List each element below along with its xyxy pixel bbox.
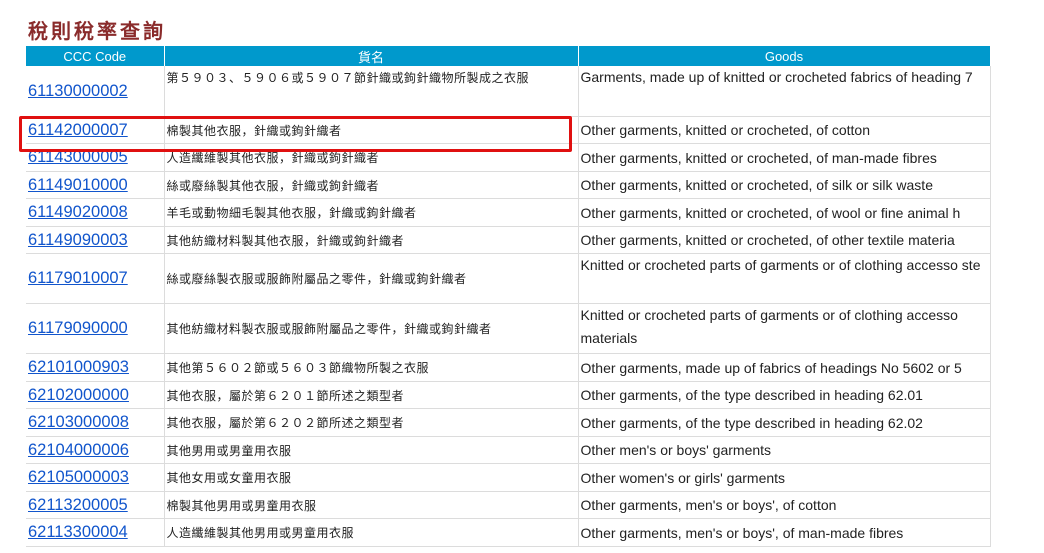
goods-zh-cell: 其他衣服，屬於第６２０１節所述之類型者 bbox=[164, 381, 579, 409]
goods-zh-cell: 其他男用或男童用衣服 bbox=[164, 436, 579, 464]
goods-zh-cell: 其他第５６０２節或５６０３節織物所製之衣服 bbox=[164, 353, 579, 382]
goods-zh-cell: 其他紡織材料製衣服或服飾附屬品之零件，針織或鉤針織者 bbox=[164, 303, 579, 354]
table-row: 62113300004 人造纖維製其他男用或男童用衣服 Other garmen… bbox=[26, 518, 991, 547]
table-header-row: CCC Code 貨名 Goods bbox=[26, 46, 991, 66]
ccc-code-cell: 62101000903 bbox=[26, 353, 165, 382]
highlight-box bbox=[19, 116, 572, 152]
goods-en-cell: Other men's or boys' garments bbox=[578, 436, 991, 464]
table-row: 61149010000 絲或廢絲製其他衣服，針織或鉤針織者 Other garm… bbox=[26, 171, 991, 199]
goods-en-cell: Other women's or girls' garments bbox=[578, 463, 991, 492]
tariff-query-panel: 稅則稅率查詢 CCC Code 貨名 Goods 61130000002 第５９… bbox=[26, 16, 991, 547]
goods-zh-cell: 棉製其他男用或男童用衣服 bbox=[164, 491, 579, 519]
ccc-code-cell: 62105000003 bbox=[26, 463, 165, 492]
goods-zh-cell: 絲或廢絲製衣服或服飾附屬品之零件，針織或鉤針織者 bbox=[164, 253, 579, 304]
ccc-code-link[interactable]: 62113300004 bbox=[28, 523, 128, 541]
ccc-code-link[interactable]: 62103000008 bbox=[28, 413, 129, 431]
ccc-code-link[interactable]: 62105000003 bbox=[28, 468, 129, 486]
ccc-code-cell: 62104000006 bbox=[26, 436, 165, 464]
goods-en-cell: Other garments, men's or boys', of man-m… bbox=[578, 518, 991, 547]
table-row: 62104000006 其他男用或男童用衣服 Other men's or bo… bbox=[26, 436, 991, 464]
column-header-en[interactable]: Goods bbox=[578, 46, 991, 66]
goods-en-cell: Other garments, made up of fabrics of he… bbox=[578, 353, 991, 382]
table-row: 61130000002 第５９０３、５９０６或５９０７節針織或鉤針織物所製成之衣… bbox=[26, 66, 991, 117]
goods-en-cell: Other garments, knitted or crocheted, of… bbox=[578, 143, 991, 172]
goods-en-cell: Knitted or crocheted parts of garments o… bbox=[578, 303, 991, 354]
table-row: 61149020008 羊毛或動物細毛製其他衣服，針織或鉤針織者 Other g… bbox=[26, 198, 991, 227]
goods-zh-cell: 人造纖維製其他男用或男童用衣服 bbox=[164, 518, 579, 547]
ccc-code-link[interactable]: 61149020008 bbox=[28, 203, 128, 221]
table-row: 62102000000 其他衣服，屬於第６２０１節所述之類型者 Other ga… bbox=[26, 381, 991, 409]
ccc-code-link[interactable]: 62102000000 bbox=[28, 386, 129, 404]
ccc-code-cell: 61149090003 bbox=[26, 226, 165, 254]
goods-zh-cell: 絲或廢絲製其他衣服，針織或鉤針織者 bbox=[164, 171, 579, 199]
ccc-code-cell: 61130000002 bbox=[26, 66, 165, 117]
table-row: 62113200005 棉製其他男用或男童用衣服 Other garments,… bbox=[26, 491, 991, 519]
goods-en-cell: Other garments, of the type described in… bbox=[578, 408, 991, 437]
ccc-code-cell: 62113200005 bbox=[26, 491, 165, 519]
table-row: 62105000003 其他女用或女童用衣服 Other women's or … bbox=[26, 463, 991, 492]
table-row: 61149090003 其他紡織材料製其他衣服，針織或鉤針織者 Other ga… bbox=[26, 226, 991, 254]
table-row: 61179090000 其他紡織材料製衣服或服飾附屬品之零件，針織或鉤針織者 K… bbox=[26, 303, 991, 354]
ccc-code-cell: 62102000000 bbox=[26, 381, 165, 409]
ccc-code-link[interactable]: 61179010007 bbox=[28, 269, 128, 287]
goods-zh-cell: 其他衣服，屬於第６２０２節所述之類型者 bbox=[164, 408, 579, 437]
goods-zh-cell: 羊毛或動物細毛製其他衣服，針織或鉤針織者 bbox=[164, 198, 579, 227]
ccc-code-link[interactable]: 61179090000 bbox=[28, 319, 128, 337]
goods-zh-cell: 其他女用或女童用衣服 bbox=[164, 463, 579, 492]
ccc-code-cell: 61179090000 bbox=[26, 303, 165, 354]
ccc-code-cell: 62103000008 bbox=[26, 408, 165, 437]
goods-en-cell: Other garments, knitted or crocheted, of… bbox=[578, 226, 991, 254]
ccc-code-link[interactable]: 62101000903 bbox=[28, 358, 129, 376]
table-row: 62103000008 其他衣服，屬於第６２０２節所述之類型者 Other ga… bbox=[26, 408, 991, 437]
ccc-code-link[interactable]: 62113200005 bbox=[28, 496, 128, 514]
ccc-code-cell: 61149020008 bbox=[26, 198, 165, 227]
column-header-zh[interactable]: 貨名 bbox=[164, 46, 579, 66]
ccc-code-cell: 62113300004 bbox=[26, 518, 165, 547]
ccc-code-link[interactable]: 61149090003 bbox=[28, 231, 128, 249]
table-row: 61179010007 絲或廢絲製衣服或服飾附屬品之零件，針織或鉤針織者 Kni… bbox=[26, 253, 991, 304]
goods-en-cell: Other garments, knitted or crocheted, of… bbox=[578, 198, 991, 227]
ccc-code-link[interactable]: 62104000006 bbox=[28, 441, 129, 459]
ccc-code-link[interactable]: 61130000002 bbox=[28, 82, 128, 100]
ccc-code-link[interactable]: 61149010000 bbox=[28, 176, 128, 194]
page-title: 稅則稅率查詢 bbox=[28, 19, 166, 43]
ccc-code-cell: 61149010000 bbox=[26, 171, 165, 199]
goods-en-cell: Other garments, knitted or crocheted, of… bbox=[578, 116, 991, 144]
goods-zh-cell: 其他紡織材料製其他衣服，針織或鉤針織者 bbox=[164, 226, 579, 254]
ccc-code-cell: 61179010007 bbox=[26, 253, 165, 304]
table-row: 62101000903 其他第５６０２節或５６０３節織物所製之衣服 Other … bbox=[26, 353, 991, 382]
goods-zh-cell: 第５９０３、５９０６或５９０７節針織或鉤針織物所製成之衣服 bbox=[164, 66, 579, 117]
goods-en-cell: Other garments, of the type described in… bbox=[578, 381, 991, 409]
goods-en-cell: Garments, made up of knitted or crochete… bbox=[578, 66, 991, 117]
goods-en-cell: Other garments, knitted or crocheted, of… bbox=[578, 171, 991, 199]
column-header-code[interactable]: CCC Code bbox=[26, 46, 165, 66]
goods-en-cell: Knitted or crocheted parts of garments o… bbox=[578, 253, 991, 304]
goods-en-cell: Other garments, men's or boys', of cotto… bbox=[578, 491, 991, 519]
